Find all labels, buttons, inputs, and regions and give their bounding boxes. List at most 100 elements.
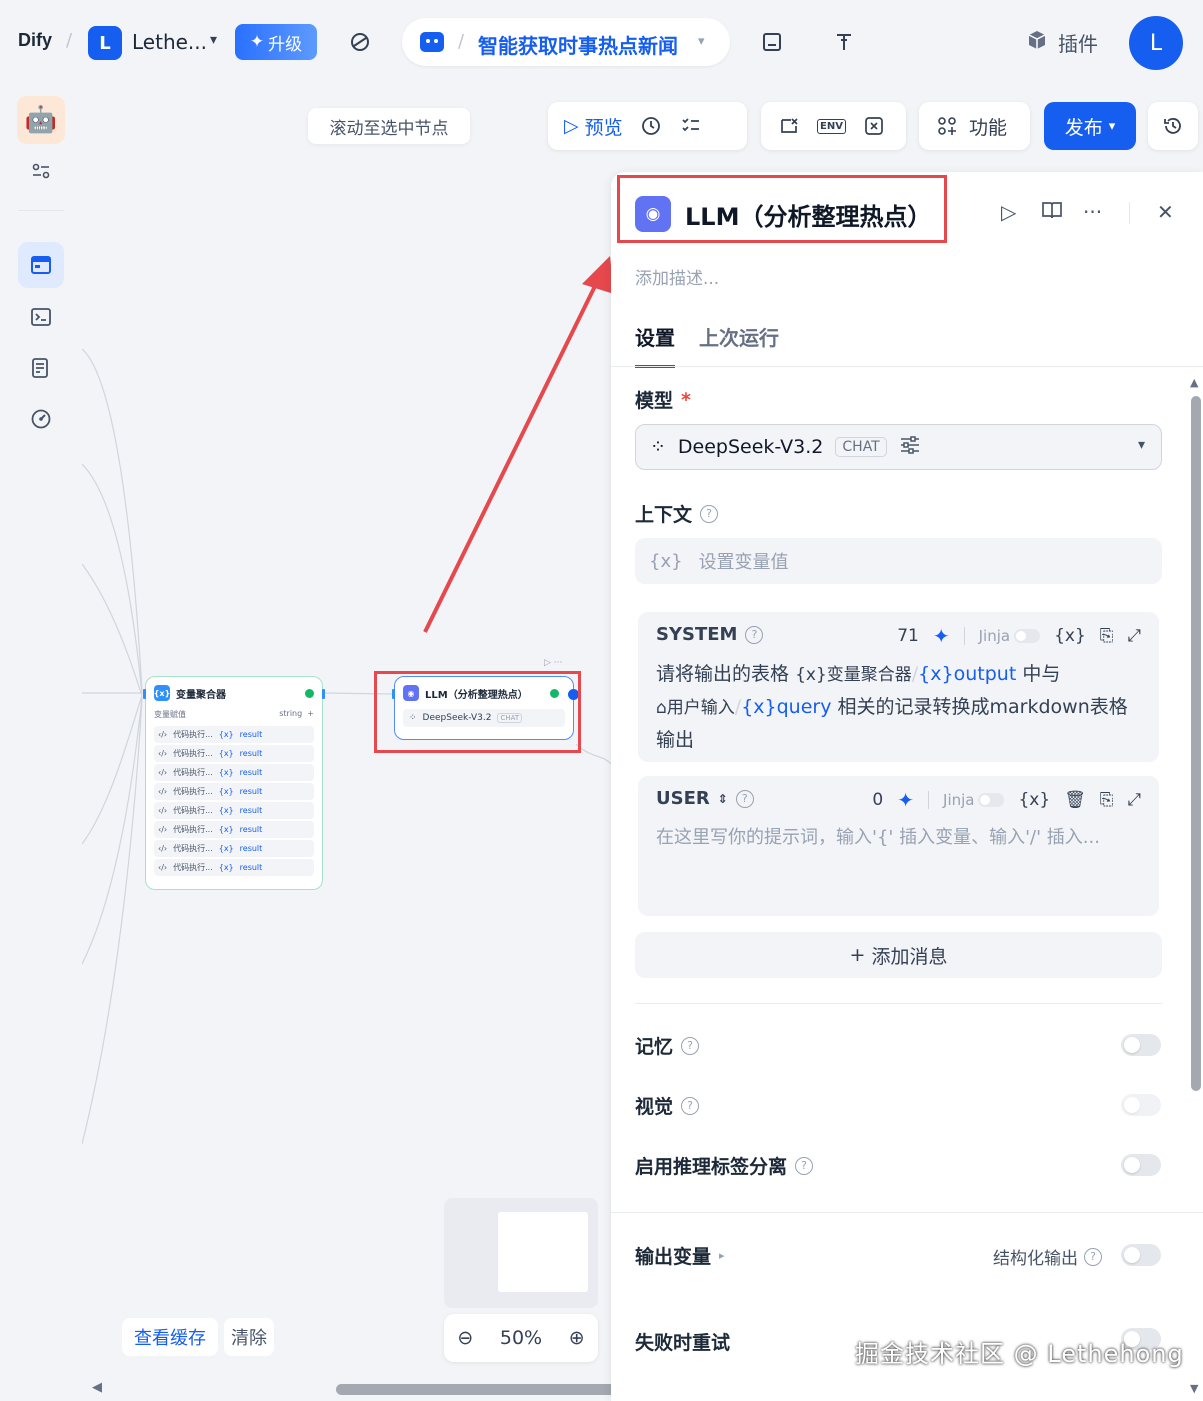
- app-avatar-icon[interactable]: 🤖: [17, 96, 65, 144]
- tab-settings[interactable]: 设置: [635, 322, 675, 368]
- plugins-button[interactable]: 插件: [1026, 28, 1098, 57]
- tools-icon[interactable]: [826, 24, 862, 60]
- help-icon[interactable]: ?: [745, 625, 764, 644]
- settings-sliders-icon[interactable]: [18, 148, 64, 194]
- user-prompt-placeholder[interactable]: 在这里写你的提示词，输入'{' 插入变量、输入'/' 插入...: [656, 822, 1146, 854]
- context-label: 上下文: [635, 504, 693, 526]
- help-icon[interactable]: ?: [735, 789, 754, 808]
- header-divider: [1129, 202, 1130, 224]
- expand-icon[interactable]: ⤢: [1127, 626, 1141, 646]
- left-sidebar: 🤖: [0, 84, 82, 1401]
- help-icon[interactable]: ?: [681, 1096, 700, 1115]
- insert-variable-icon[interactable]: {x}: [1054, 626, 1086, 646]
- structured-output-label: 结构化输出: [993, 1249, 1078, 1269]
- add-message-button[interactable]: + 添加消息: [635, 932, 1162, 978]
- minimap-viewport[interactable]: [498, 1212, 588, 1292]
- help-book-icon[interactable]: [1041, 200, 1063, 225]
- user-avatar[interactable]: L: [1129, 16, 1183, 70]
- tabs-divider: [611, 366, 1203, 367]
- context-variable-input[interactable]: {x} 设置变量值: [635, 538, 1162, 584]
- scroll-up-icon[interactable]: ▲: [1190, 376, 1198, 389]
- vision-toggle[interactable]: [1121, 1094, 1161, 1116]
- help-icon[interactable]: ?: [1084, 1247, 1102, 1266]
- cube-icon: [1026, 29, 1048, 56]
- variable-tag: ⌂用户输入: [656, 698, 735, 718]
- structured-output-row: 结构化输出 ?: [993, 1244, 1102, 1269]
- tab-last-run[interactable]: 上次运行: [699, 322, 779, 368]
- reasoning-toggle[interactable]: [1121, 1154, 1161, 1176]
- panel-tabs: 设置 上次运行: [635, 322, 779, 368]
- ai-generate-icon[interactable]: ✦: [933, 624, 950, 648]
- variable-tag: {x}变量聚合器: [795, 665, 912, 685]
- scroll-down-icon[interactable]: ▼: [1190, 1382, 1198, 1395]
- more-options-icon[interactable]: ···: [1083, 200, 1102, 224]
- jinja-switch[interactable]: [978, 793, 1005, 807]
- monitor-gauge-icon[interactable]: [18, 396, 64, 442]
- copy-icon[interactable]: ⎘: [1100, 790, 1114, 810]
- expand-icon[interactable]: ⤢: [1127, 790, 1141, 810]
- vertical-scrollbar[interactable]: ▲ ▼: [1189, 372, 1203, 1401]
- help-icon[interactable]: ?: [700, 504, 719, 523]
- reasoning-label: 启用推理标签分离: [635, 1156, 788, 1178]
- prompt-role: SYSTEM: [656, 624, 738, 645]
- workspace-avatar[interactable]: L: [88, 26, 122, 60]
- prompt-text: 中与: [1022, 663, 1061, 685]
- dify-logo[interactable]: Dify: [18, 30, 52, 51]
- minimap[interactable]: [444, 1198, 598, 1308]
- prompt-role[interactable]: USER: [656, 788, 710, 809]
- run-node-icon[interactable]: ▷: [1001, 200, 1016, 224]
- structured-output-toggle[interactable]: [1121, 1244, 1161, 1266]
- jinja-toggle[interactable]: Jinja: [979, 627, 1041, 645]
- scroll-thumb[interactable]: [1191, 396, 1201, 1091]
- plus-icon: +: [849, 944, 866, 966]
- sparkle-icon: ✦: [249, 32, 265, 52]
- logs-icon[interactable]: [18, 345, 64, 391]
- zoom-level[interactable]: 50%: [500, 1327, 542, 1349]
- user-prompt-editor[interactable]: USER ⇕ ? 0 ✦ Jinja {x} 🗑 ⎘ ⤢ 在这里写你的提示词，输…: [638, 776, 1159, 916]
- help-icon[interactable]: ?: [681, 1036, 700, 1055]
- char-count: 71: [897, 626, 919, 646]
- system-prompt-text[interactable]: 请将输出的表格 {x}变量聚合器/{x}output 中与 ⌂用户输入/{x}q…: [656, 658, 1146, 756]
- chevron-down-icon[interactable]: ▾: [210, 32, 217, 48]
- model-selector[interactable]: ⁘ DeepSeek-V3.2 CHAT ▾: [635, 424, 1162, 470]
- context-placeholder: 设置变量值: [698, 552, 789, 573]
- vision-row: 视觉 ?: [635, 1092, 700, 1119]
- model-name: DeepSeek-V3.2: [677, 436, 824, 458]
- app-switcher[interactable]: / 智能获取时事热点新闻 ▾: [402, 18, 730, 66]
- orchestrate-icon[interactable]: [18, 242, 64, 288]
- plugins-label: 插件: [1058, 32, 1098, 56]
- api-terminal-icon[interactable]: [18, 294, 64, 340]
- variable-node-name: 变量聚合器: [826, 665, 912, 685]
- trash-icon[interactable]: 🗑: [1064, 790, 1086, 810]
- output-vars-row[interactable]: 输出变量 ▸: [635, 1242, 725, 1269]
- zoom-out-icon[interactable]: ⊖: [457, 1327, 473, 1349]
- memory-toggle[interactable]: [1121, 1034, 1161, 1056]
- insert-variable-icon[interactable]: {x}: [1018, 790, 1050, 810]
- description-input[interactable]: 添加描述...: [635, 264, 719, 289]
- watermark: 掘金技术社区 @ Lethehong: [855, 1340, 1184, 1368]
- vision-label: 视觉: [635, 1096, 674, 1118]
- upgrade-button[interactable]: ✦ 升级: [235, 24, 317, 60]
- explore-icon[interactable]: [342, 24, 378, 60]
- variable-field: query: [776, 696, 832, 718]
- clear-button[interactable]: 清除: [224, 1318, 274, 1356]
- ai-generate-icon[interactable]: ✦: [897, 788, 914, 812]
- section-divider: [611, 1212, 1203, 1213]
- scroll-left-icon[interactable]: ◀: [92, 1380, 102, 1395]
- help-icon[interactable]: ?: [795, 1156, 814, 1175]
- model-params-icon[interactable]: [899, 435, 921, 460]
- jinja-toggle[interactable]: Jinja: [943, 791, 1005, 809]
- caret-right-icon: ▸: [719, 1249, 725, 1262]
- close-icon[interactable]: ✕: [1157, 200, 1174, 224]
- system-prompt-editor[interactable]: SYSTEM ? 71 ✦ Jinja {x} ⎘ ⤢ 请将输出的表格 {x}变…: [638, 612, 1159, 762]
- knowledge-icon[interactable]: [754, 24, 790, 60]
- view-cache-button[interactable]: 查看缓存: [122, 1318, 218, 1356]
- memory-label: 记忆: [635, 1036, 674, 1058]
- jinja-switch[interactable]: [1014, 629, 1041, 643]
- zoom-in-icon[interactable]: ⊕: [569, 1327, 585, 1349]
- workspace-name[interactable]: Lethe...: [132, 30, 207, 54]
- model-label-row: 模型 *: [635, 386, 691, 413]
- role-switch-icon[interactable]: ⇕: [718, 792, 728, 806]
- model-badge: CHAT: [835, 437, 887, 457]
- copy-icon[interactable]: ⎘: [1100, 626, 1114, 646]
